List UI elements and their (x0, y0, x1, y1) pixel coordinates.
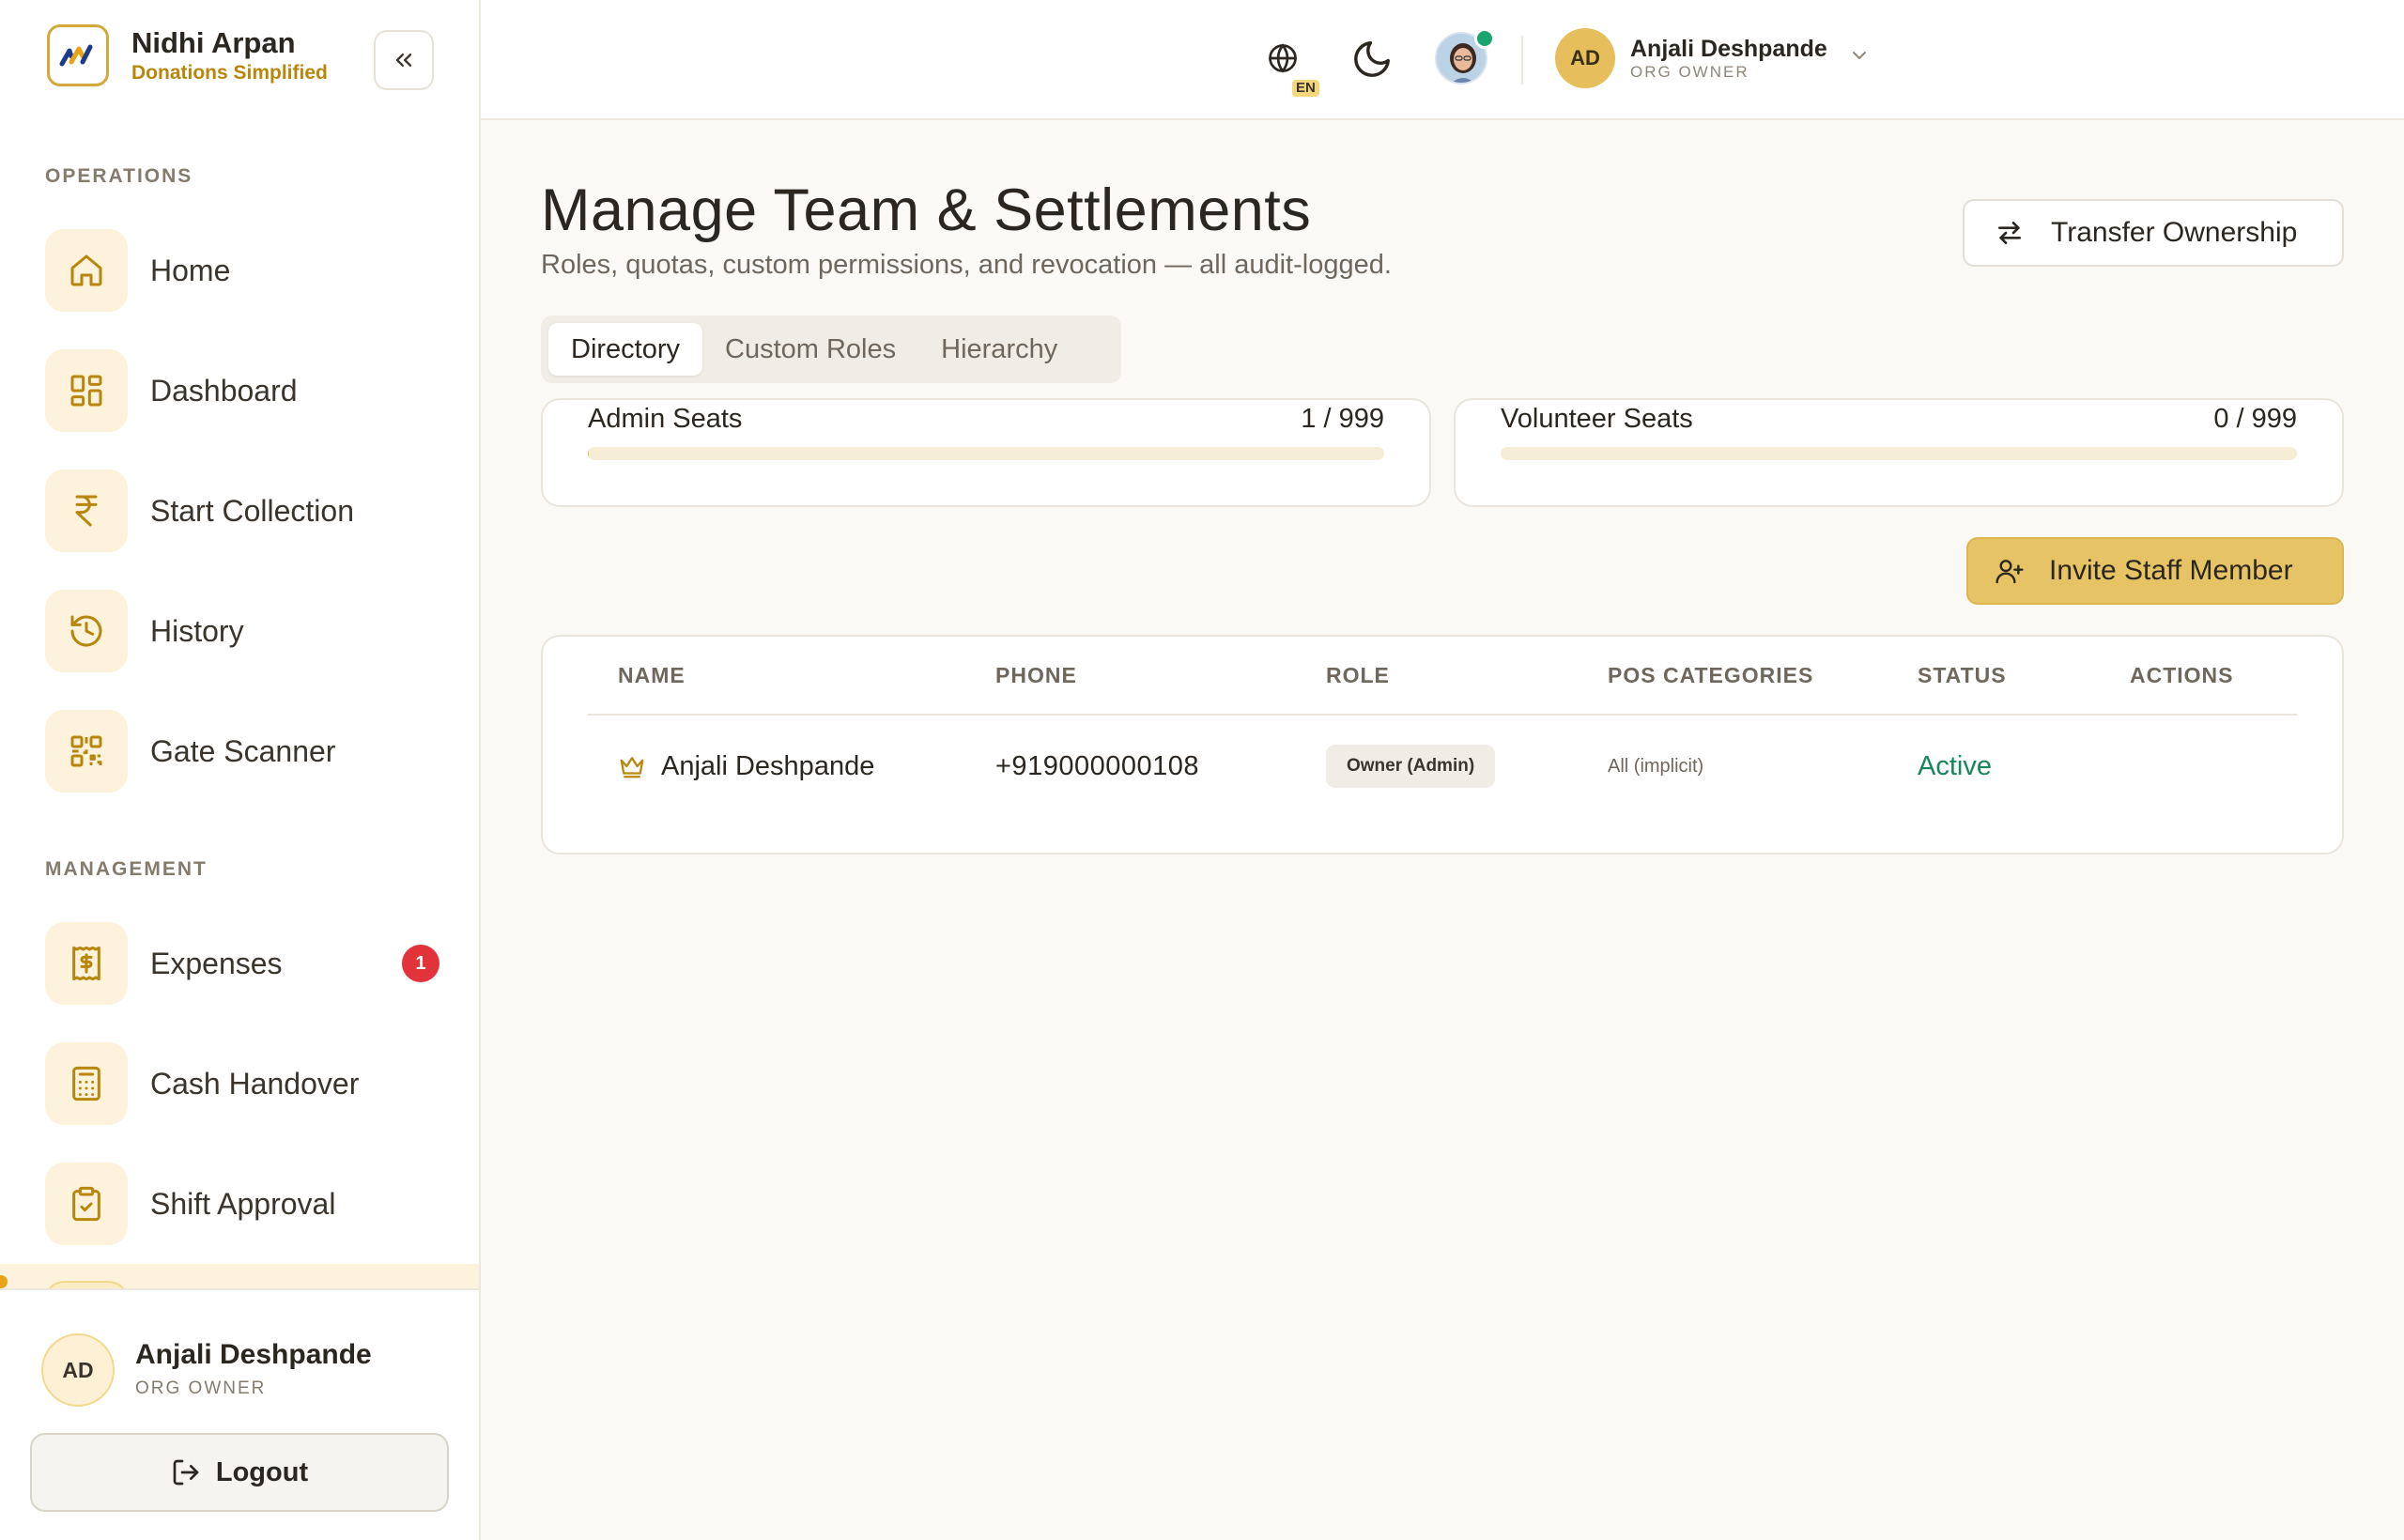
tab-custom-roles[interactable]: Custom Roles (702, 323, 918, 376)
user-role: ORG OWNER (1630, 63, 1749, 81)
admin-seats-label: Admin Seats (588, 404, 743, 434)
receipt-dollar-icon (45, 922, 128, 1005)
cell-phone: +919000000108 (995, 750, 1199, 781)
user-menu[interactable]: AD Anjali Deshpande ORG OWNER (1555, 28, 1871, 88)
section-label-operations: OPERATIONS (45, 165, 193, 187)
nav-item-start-collection[interactable]: Start Collection (45, 470, 439, 552)
admin-seats-card: Admin Seats 1 / 999 (541, 398, 1431, 507)
table-header: NAME PHONE ROLE POS CATEGORIES STATUS AC… (588, 637, 2297, 716)
volunteer-seats-label: Volunteer Seats (1501, 404, 1693, 434)
moon-icon (1354, 41, 1390, 77)
brand-tagline: Donations Simplified (131, 62, 328, 84)
nav-item-shift-approval[interactable]: Shift Approval (45, 1163, 439, 1245)
online-status-dot (1474, 28, 1495, 49)
brand-logo (47, 24, 109, 86)
nav-label: Dashboard (150, 373, 298, 408)
footer-user-role: ORG OWNER (135, 1378, 267, 1398)
logout-icon (173, 1459, 199, 1486)
calculator-icon (45, 1042, 128, 1125)
nav-label: Cash Handover (150, 1066, 360, 1101)
table-row[interactable]: Anjali Deshpande +919000000108 Owner (Ad… (588, 717, 2297, 815)
topbar-divider (1521, 36, 1523, 85)
home-icon (45, 229, 128, 312)
footer-user-name: Anjali Deshpande (135, 1339, 372, 1370)
column-header-actions: ACTIONS (2130, 663, 2234, 687)
user-name: Anjali Deshpande (1630, 36, 1827, 62)
admin-seats-progress (588, 447, 1384, 460)
avatar: AD (1555, 28, 1615, 88)
theme-toggle-button[interactable] (1350, 38, 1395, 83)
nav-label: Shift Approval (150, 1186, 336, 1221)
qr-scanner-icon (45, 710, 128, 793)
brand-name: Nidhi Arpan (131, 26, 296, 59)
nav-item-history[interactable]: History (45, 590, 439, 672)
nav-label: Start Collection (150, 493, 354, 528)
nav-item-gate-scanner[interactable]: Gate Scanner (45, 710, 439, 793)
invite-staff-button[interactable]: Invite Staff Member (1966, 537, 2344, 605)
crown-icon (620, 757, 644, 778)
nav-item-home[interactable]: Home (45, 229, 439, 312)
language-badge: EN (1292, 80, 1319, 97)
nav-item-dashboard[interactable]: Dashboard (45, 349, 439, 432)
history-icon (45, 590, 128, 672)
nav-label: Gate Scanner (150, 733, 336, 768)
volunteer-seats-card: Volunteer Seats 0 / 999 (1454, 398, 2344, 507)
cell-pos-categories: All (implicit) (1608, 755, 1704, 777)
page-title: Manage Team & Settlements (541, 177, 1312, 243)
logout-label: Logout (215, 1456, 309, 1487)
staff-name: Anjali Deshpande (661, 750, 875, 781)
column-header-status[interactable]: STATUS (1918, 663, 2007, 688)
column-header-phone[interactable]: PHONE (995, 663, 1077, 688)
nav-label: Home (150, 253, 231, 287)
nav-item-expenses[interactable]: Expenses 1 (45, 922, 439, 1005)
transfer-arrows-icon (1998, 222, 2021, 244)
globe-icon (1269, 43, 1297, 73)
cell-role: Owner (Admin) (1326, 717, 1496, 815)
admin-seats-count: 1 / 999 (1301, 404, 1384, 434)
column-header-pos-categories[interactable]: POS CATEGORIES (1608, 663, 1813, 688)
chevrons-left-icon (395, 54, 412, 68)
nav-item-cash-handover[interactable]: Cash Handover (45, 1042, 439, 1125)
transfer-ownership-label: Transfer Ownership (2051, 217, 2298, 248)
section-label-management: MANAGEMENT (45, 858, 208, 880)
expenses-count-badge: 1 (402, 945, 439, 982)
transfer-ownership-button[interactable]: Transfer Ownership (1963, 199, 2344, 267)
clipboard-check-icon (45, 1163, 128, 1245)
role-badge: Owner (Admin) (1326, 745, 1496, 788)
collapse-sidebar-button[interactable] (374, 30, 434, 90)
nav-label: History (150, 613, 244, 648)
chevron-down-icon (1852, 52, 1866, 59)
volunteer-seats-progress (1501, 447, 2297, 460)
sidebar: Nidhi Arpan Donations Simplified OPERATI… (0, 0, 481, 1540)
nav-label: Expenses (150, 946, 283, 980)
page-subtitle: Roles, quotas, custom permissions, and r… (541, 250, 1392, 280)
sidebar-footer: AD Anjali Deshpande ORG OWNER Logout (0, 1288, 479, 1540)
avatar: AD (41, 1333, 115, 1407)
rupee-icon (45, 470, 128, 552)
cell-name: Anjali Deshpande (618, 717, 874, 815)
invite-staff-label: Invite Staff Member (2049, 555, 2293, 586)
admin-seats-progress-fill (588, 447, 589, 460)
logout-button[interactable]: Logout (30, 1433, 449, 1512)
volunteer-seats-count: 0 / 999 (2213, 404, 2297, 434)
brand[interactable]: Nidhi Arpan Donations Simplified (47, 24, 328, 86)
staff-table: NAME PHONE ROLE POS CATEGORIES STATUS AC… (541, 635, 2344, 855)
column-header-name[interactable]: NAME (618, 663, 686, 688)
user-plus-icon (1996, 560, 2024, 584)
tab-directory[interactable]: Directory (548, 323, 703, 376)
tab-bar: Directory Custom Roles Hierarchy (541, 316, 1121, 383)
active-indicator (0, 1275, 8, 1288)
nav-item-active-partial[interactable] (0, 1264, 479, 1300)
column-header-role[interactable]: ROLE (1326, 663, 1390, 688)
dashboard-icon (45, 349, 128, 432)
status-badge: Active (1918, 750, 1992, 781)
tab-hierarchy[interactable]: Hierarchy (918, 323, 1080, 376)
